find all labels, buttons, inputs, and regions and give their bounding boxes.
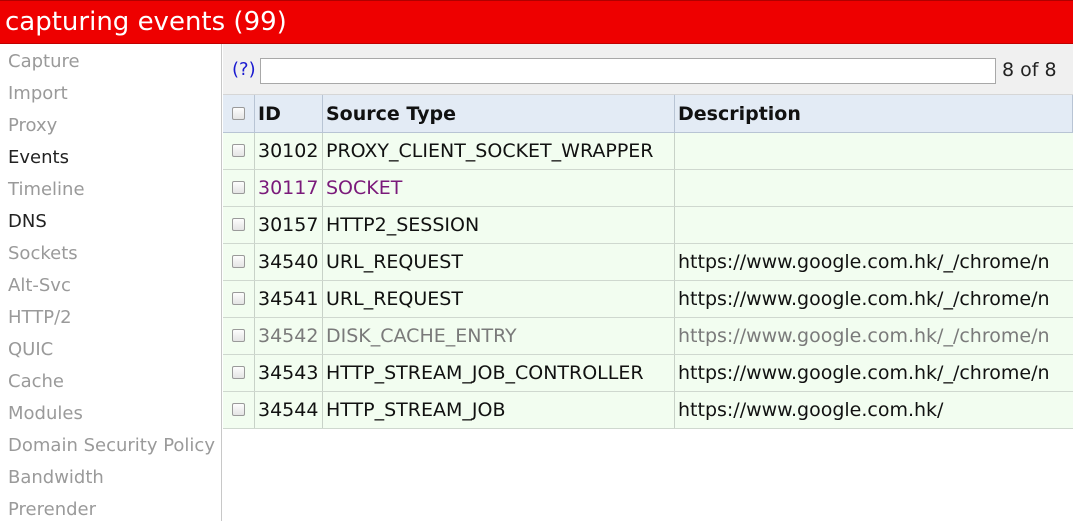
row-id: 34540: [255, 244, 323, 280]
row-id: 34541: [255, 281, 323, 317]
row-id: 30117: [255, 170, 323, 206]
sidebar-item-http2[interactable]: HTTP/2: [8, 306, 72, 330]
row-checkbox-cell: [223, 318, 255, 354]
row-checkbox-cell: [223, 170, 255, 206]
table-row[interactable]: 34544 HTTP_STREAM_JOB https://www.google…: [223, 392, 1073, 429]
row-checkbox[interactable]: [232, 181, 245, 194]
row-description: [675, 170, 1073, 206]
row-description: https://www.google.com.hk/_/chrome/n: [678, 325, 1050, 347]
row-checkbox[interactable]: [232, 403, 245, 416]
select-all-cell: [223, 95, 255, 132]
row-source-type: SOCKET: [323, 170, 675, 206]
row-description: [675, 133, 1073, 169]
row-checkbox-cell: [223, 355, 255, 391]
sidebar-nav: Capture Import Proxy Events Timeline DNS…: [0, 44, 222, 521]
row-source-type: URL_REQUEST: [323, 244, 675, 280]
sidebar-item-quic[interactable]: QUIC: [8, 338, 53, 362]
row-description: https://www.google.com.hk/: [678, 399, 944, 421]
row-id: 34543: [255, 355, 323, 391]
filter-bar: (?) 8 of 8: [223, 44, 1073, 95]
events-table: ID Source Type Description 30102 PROXY_C…: [223, 95, 1073, 429]
select-all-checkbox[interactable]: [232, 107, 245, 120]
status-title-bar: capturing events (99): [0, 0, 1073, 44]
table-row[interactable]: 30117 SOCKET: [223, 170, 1073, 207]
column-header-description[interactable]: Description: [675, 95, 1073, 132]
row-source-type: URL_REQUEST: [323, 281, 675, 317]
match-count: 8 of 8: [1002, 59, 1057, 81]
sidebar-item-import[interactable]: Import: [8, 82, 68, 106]
table-row[interactable]: 30157 HTTP2_SESSION: [223, 207, 1073, 244]
table-row[interactable]: 34543 HTTP_STREAM_JOB_CONTROLLER https:/…: [223, 355, 1073, 392]
row-source-type: HTTP_STREAM_JOB: [323, 392, 675, 428]
table-row[interactable]: 34541 URL_REQUEST https://www.google.com…: [223, 281, 1073, 318]
row-checkbox[interactable]: [232, 144, 245, 157]
row-source-type: DISK_CACHE_ENTRY: [323, 318, 675, 354]
sidebar-item-domain-security-policy[interactable]: Domain Security Policy: [8, 434, 215, 458]
page-title: capturing events (99): [5, 7, 287, 37]
sidebar-item-alt-svc[interactable]: Alt-Svc: [8, 274, 71, 298]
row-id: 30102: [255, 133, 323, 169]
sidebar-item-sockets[interactable]: Sockets: [8, 242, 78, 266]
row-checkbox-cell: [223, 244, 255, 280]
row-id: 34542: [255, 318, 323, 354]
row-checkbox-cell: [223, 281, 255, 317]
table-row[interactable]: 34540 URL_REQUEST https://www.google.com…: [223, 244, 1073, 281]
filter-input[interactable]: [260, 58, 996, 84]
row-checkbox-cell: [223, 133, 255, 169]
column-header-source-type[interactable]: Source Type: [323, 95, 675, 132]
row-id: 30157: [255, 207, 323, 243]
sidebar-item-dns[interactable]: DNS: [8, 210, 47, 234]
table-row[interactable]: 34542 DISK_CACHE_ENTRY https://www.googl…: [223, 318, 1073, 355]
net-internals-window: capturing events (99) Capture Import Pro…: [0, 0, 1073, 521]
events-panel: (?) 8 of 8 ID Source Type Description 30…: [223, 44, 1073, 521]
row-source-type: PROXY_CLIENT_SOCKET_WRAPPER: [323, 133, 675, 169]
row-description: https://www.google.com.hk/_/chrome/n: [678, 288, 1050, 310]
filter-help-link[interactable]: (?): [232, 58, 256, 82]
row-description: https://www.google.com.hk/_/chrome/n: [678, 362, 1050, 384]
sidebar-item-cache[interactable]: Cache: [8, 370, 64, 394]
sidebar-item-timeline[interactable]: Timeline: [8, 178, 85, 202]
row-checkbox[interactable]: [232, 366, 245, 379]
row-checkbox[interactable]: [232, 255, 245, 268]
sidebar-item-modules[interactable]: Modules: [8, 402, 83, 426]
row-checkbox[interactable]: [232, 329, 245, 342]
row-id: 34544: [255, 392, 323, 428]
row-checkbox-cell: [223, 392, 255, 428]
row-checkbox[interactable]: [232, 292, 245, 305]
sidebar-item-proxy[interactable]: Proxy: [8, 114, 57, 138]
row-checkbox[interactable]: [232, 218, 245, 231]
sidebar-item-events[interactable]: Events: [8, 146, 69, 170]
sidebar-item-capture[interactable]: Capture: [8, 50, 80, 74]
table-header-row: ID Source Type Description: [223, 95, 1073, 133]
row-description: [675, 207, 1073, 243]
table-row[interactable]: 30102 PROXY_CLIENT_SOCKET_WRAPPER: [223, 133, 1073, 170]
row-source-type: HTTP_STREAM_JOB_CONTROLLER: [323, 355, 675, 391]
sidebar-item-prerender[interactable]: Prerender: [8, 498, 96, 521]
row-source-type: HTTP2_SESSION: [323, 207, 675, 243]
row-checkbox-cell: [223, 207, 255, 243]
column-header-id[interactable]: ID: [255, 95, 323, 132]
row-description: https://www.google.com.hk/_/chrome/n: [678, 251, 1050, 273]
sidebar-item-bandwidth[interactable]: Bandwidth: [8, 466, 104, 490]
